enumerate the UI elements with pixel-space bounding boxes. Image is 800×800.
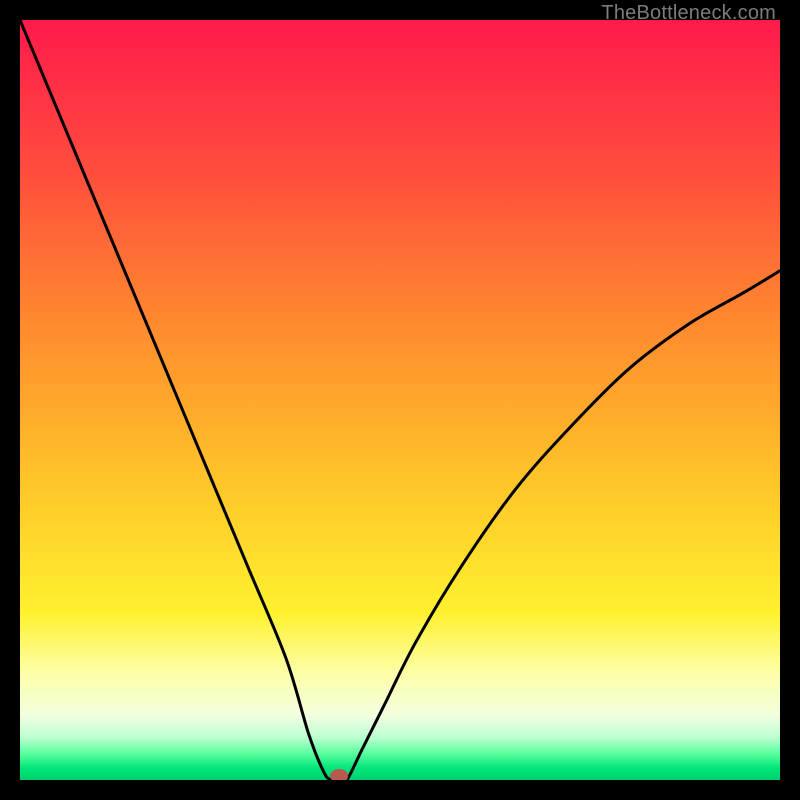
gradient-background <box>20 20 780 780</box>
chart-frame <box>20 20 780 780</box>
bottleneck-chart <box>20 20 780 780</box>
watermark-text: TheBottleneck.com <box>601 2 776 25</box>
